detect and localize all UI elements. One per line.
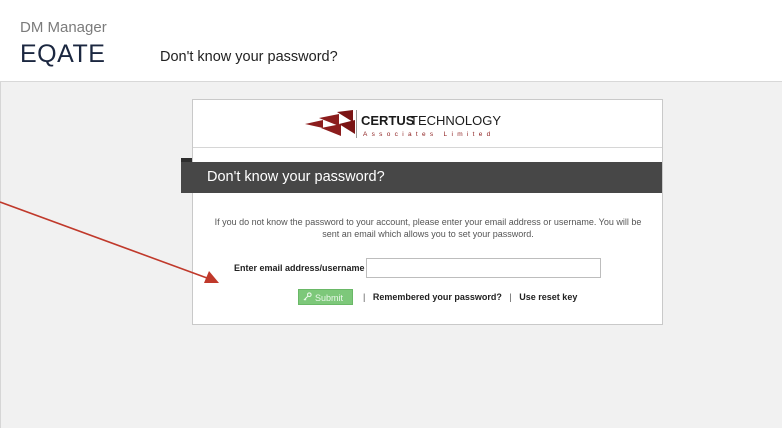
use-reset-key-link[interactable]: Use reset key — [519, 292, 577, 302]
email-field-label: Enter email address/username — [234, 263, 365, 273]
submit-label: Submit — [315, 293, 344, 303]
brand-name-bold: CERTUS — [361, 113, 415, 128]
remembered-password-link[interactable]: Remembered your password? — [373, 292, 502, 302]
eqate-logo: EQATE — [20, 40, 106, 68]
separator: | — [363, 292, 366, 302]
page-title: Don't know your password? — [160, 49, 338, 65]
form-links: | Remembered your password? | Use reset … — [358, 292, 577, 302]
submit-button[interactable]: Submit — [298, 289, 353, 305]
top-header: DM Manager EQATE Don't know your passwor… — [0, 0, 782, 82]
email-username-input[interactable] — [366, 258, 601, 278]
form-banner: Don't know your password? — [181, 162, 662, 193]
certus-logo: CERTUS TECHNOLOGY Associates Limited — [305, 110, 501, 138]
separator: | — [509, 292, 512, 302]
brand-name-light: TECHNOLOGY — [410, 113, 501, 128]
logo-divider — [193, 147, 662, 148]
key-icon — [303, 291, 312, 305]
brand-tagline: Associates Limited — [363, 131, 495, 138]
app-name: DM Manager — [20, 19, 107, 36]
instructions-text: If you do not know the password to your … — [214, 217, 642, 239]
